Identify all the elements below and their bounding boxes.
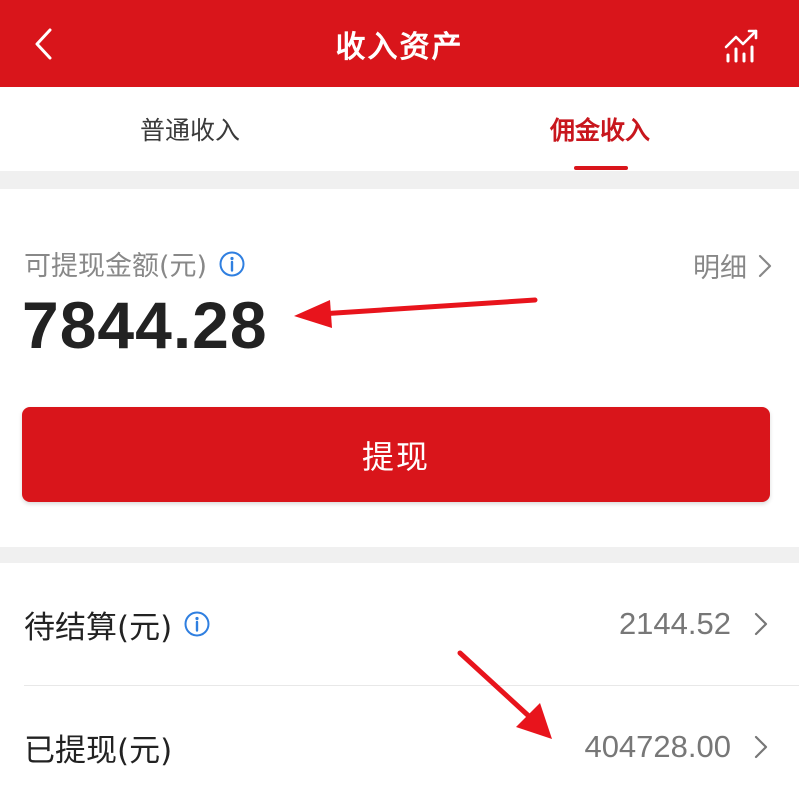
withdrawn-label: 已提现(元) [24, 732, 173, 769]
active-tab-indicator [574, 166, 628, 170]
bar-chart-trend-icon[interactable] [723, 27, 761, 65]
page-title: 收入资产 [335, 29, 464, 65]
section-gap [0, 547, 799, 563]
row-label-row: 待结算(元) [24, 563, 210, 685]
detail-label: 明细 [693, 253, 747, 284]
info-icon[interactable] [219, 251, 245, 277]
settlement-list: 待结算(元) 2144.52 已提现(元) 404728.00 [0, 563, 799, 804]
annotation-arrow-icon [294, 297, 538, 328]
pending-settlement-value: 2144.52 [618, 606, 731, 641]
detail-link[interactable]: 明细 [693, 246, 773, 285]
income-tabs: 普通收入 佣金收入 [0, 87, 799, 171]
withdrawable-amount: 7844.28 [22, 288, 268, 362]
withdraw-button[interactable]: 提现 [22, 407, 770, 502]
chevron-right-icon [754, 735, 768, 759]
list-item-withdrawn[interactable]: 已提现(元) 404728.00 [0, 686, 799, 808]
list-item-pending-settlement[interactable]: 待结算(元) 2144.52 [0, 563, 799, 686]
chevron-right-icon [758, 254, 772, 277]
pending-settlement-label: 待结算(元) [24, 609, 173, 646]
chevron-right-icon [754, 612, 768, 636]
withdrawn-value: 404728.00 [584, 729, 731, 764]
chevron-left-icon[interactable] [30, 27, 60, 61]
info-icon[interactable] [184, 611, 210, 637]
row-label-row: 已提现(元) [24, 686, 172, 808]
tab-normal-income[interactable]: 普通收入 [90, 87, 290, 171]
withdrawable-label-row: 可提现金额(元) [24, 244, 245, 283]
withdrawable-label: 可提现金额(元) [24, 251, 208, 282]
withdrawable-card: 可提现金额(元) 明细 7844.28 提现 [0, 189, 799, 547]
tab-commission-income[interactable]: 佣金收入 [500, 87, 700, 171]
top-app-bar: 收入资产 [0, 0, 799, 87]
annotation-arrow-icon [457, 650, 552, 739]
section-gap [0, 171, 799, 189]
